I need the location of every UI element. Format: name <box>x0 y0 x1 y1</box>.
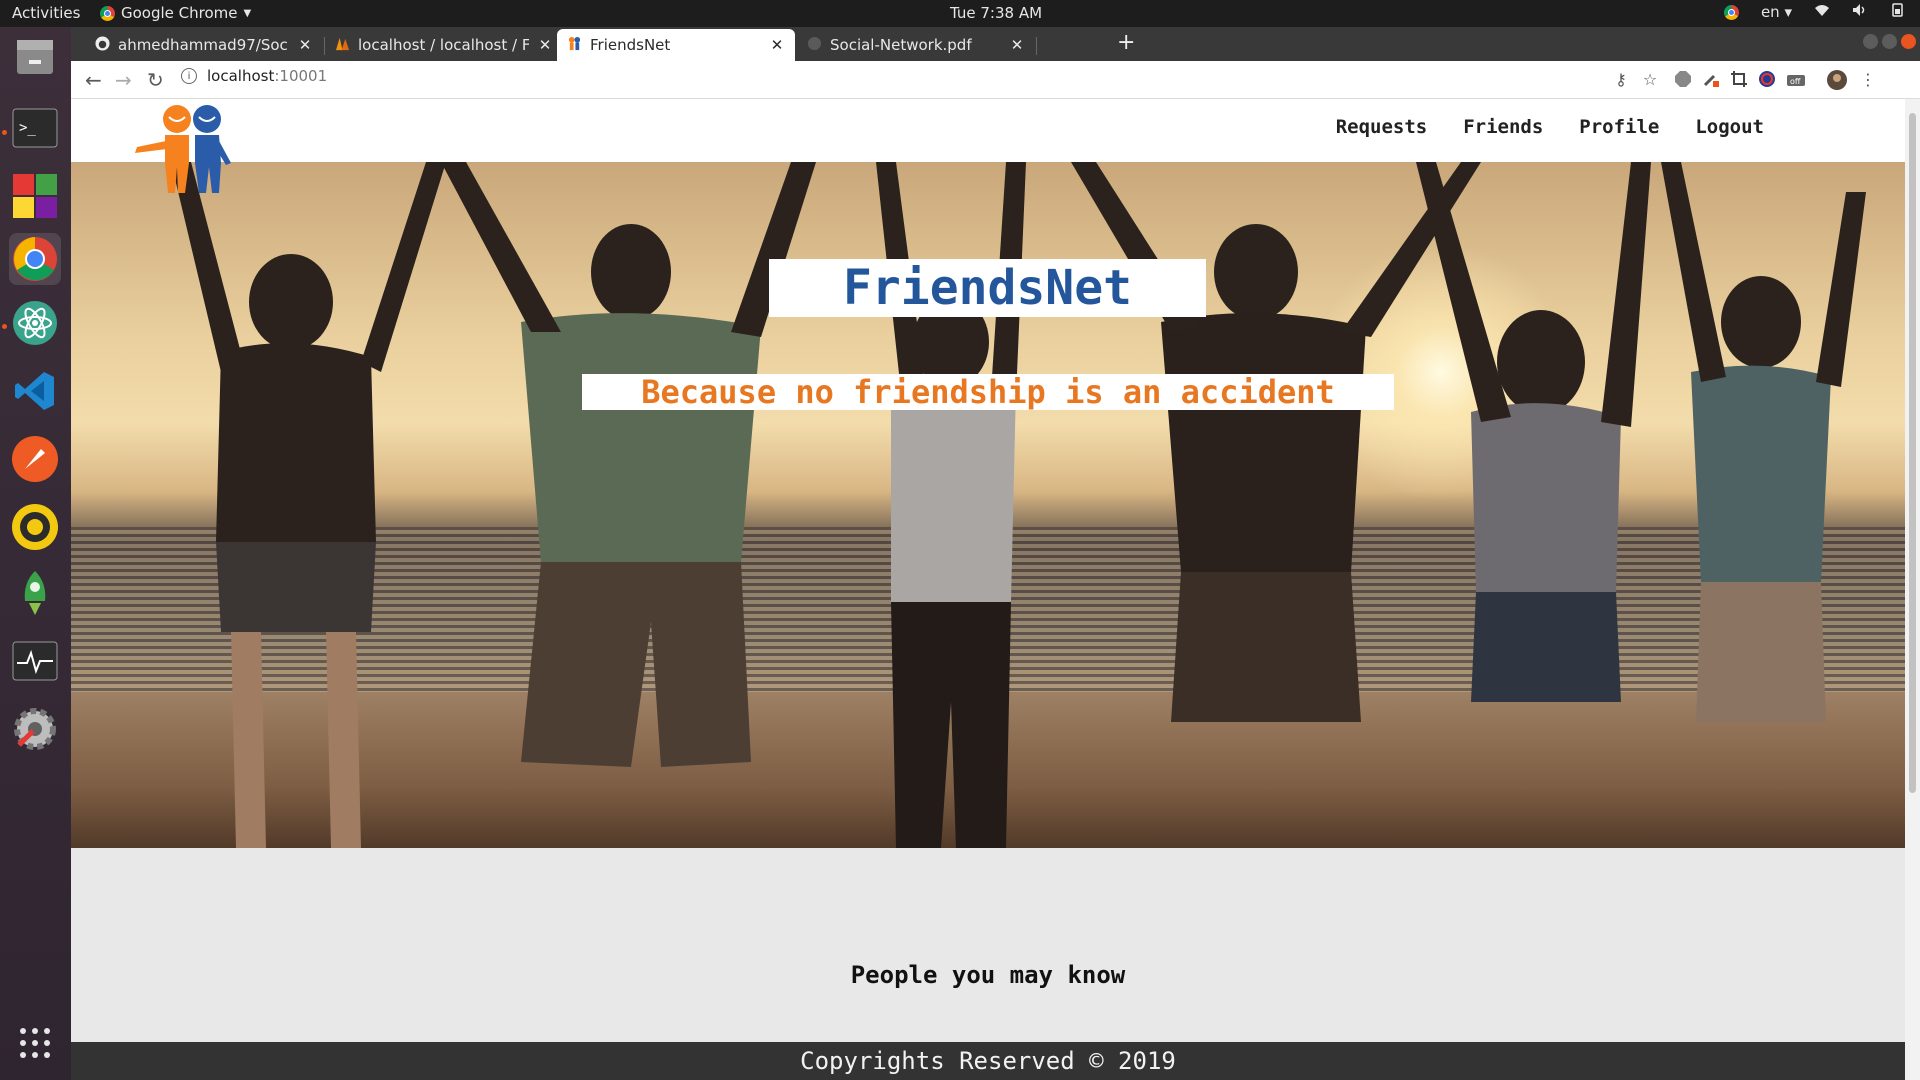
tab-pdf[interactable]: Social-Network.pdf ✕ <box>797 29 1035 61</box>
friendsnet-favicon <box>567 36 582 55</box>
adblock-icon[interactable] <box>1673 70 1693 90</box>
maximize-button[interactable] <box>1882 34 1897 49</box>
bookmark-star-icon[interactable]: ☆ <box>1640 70 1660 90</box>
github-icon <box>95 35 110 55</box>
page-scrollbar[interactable] <box>1905 99 1920 1080</box>
window-close-button[interactable] <box>1901 34 1916 49</box>
kebab-menu-icon[interactable]: ⋮ <box>1858 70 1878 90</box>
settings-cog-icon[interactable] <box>9 501 61 553</box>
people-you-may-know-heading: People you may know <box>850 961 1126 989</box>
address-bar[interactable]: i localhost:10001 <box>181 67 327 85</box>
system-monitor-icon[interactable] <box>9 635 61 687</box>
activities-button[interactable]: Activities <box>12 4 80 22</box>
hero-banner: FriendsNet Because no friendship is an a… <box>71 162 1905 848</box>
url-port: :10001 <box>274 67 328 85</box>
close-icon[interactable]: ✕ <box>297 36 313 54</box>
language-label: en <box>1760 3 1780 21</box>
eyedropper-extension-icon[interactable] <box>1701 70 1721 90</box>
svg-text:>_: >_ <box>19 120 36 136</box>
nav-logout-link[interactable]: Logout <box>1695 116 1764 138</box>
site-footer: Copyrights Reserved © 2019 <box>71 1042 1905 1080</box>
battery-icon[interactable] <box>1890 3 1906 21</box>
new-tab-button[interactable]: + <box>1117 30 1135 55</box>
key-icon[interactable]: ⚷ <box>1611 70 1631 90</box>
clock[interactable]: Tue 7:38 AM <box>950 4 1042 22</box>
toggle-off-extension-icon[interactable]: off <box>1786 70 1806 90</box>
nav-requests-link[interactable]: Requests <box>1336 116 1428 138</box>
tab-label: ahmedhammad97/Social <box>118 36 289 54</box>
app-grid-store-icon[interactable] <box>9 170 61 222</box>
blocker-extension-icon[interactable] <box>1757 70 1777 90</box>
atom-icon[interactable] <box>9 297 61 349</box>
chrome-icon <box>100 5 115 21</box>
scrollbar-thumb[interactable] <box>1909 113 1916 793</box>
url-host: localhost <box>207 67 275 85</box>
chrome-dock-icon[interactable] <box>9 233 61 285</box>
system-top-bar: Activities Google Chrome ▼ Tue 7:38 AM e… <box>0 0 1920 27</box>
tab-phpmyadmin[interactable]: localhost / localhost / Frie ✕ <box>325 29 563 61</box>
window-controls <box>1863 34 1916 49</box>
tools-icon[interactable] <box>9 703 61 755</box>
nav-profile-link[interactable]: Profile <box>1579 116 1659 138</box>
vscode-icon[interactable] <box>9 365 61 417</box>
globe-icon <box>807 36 822 55</box>
phpmyadmin-icon <box>335 36 350 55</box>
site-navbar: Requests Friends Profile Logout <box>71 99 1905 162</box>
show-applications-icon[interactable] <box>9 1017 61 1069</box>
browser-tab-strip: ahmedhammad97/Social ✕ localhost / local… <box>71 27 1920 61</box>
chevron-down-icon: ▼ <box>243 7 252 19</box>
web-page: FriendsNet Because no friendship is an a… <box>71 99 1905 1080</box>
screenshot-extension-icon[interactable] <box>1729 70 1749 90</box>
files-icon[interactable] <box>9 30 61 82</box>
site-tagline: Because no friendship is an accident <box>582 373 1394 411</box>
language-indicator[interactable]: en ▾ <box>1761 3 1792 21</box>
forward-arrow-icon[interactable]: → <box>115 68 132 92</box>
postman-icon[interactable] <box>9 433 61 485</box>
tab-friendsnet[interactable]: FriendsNet ✕ <box>557 29 795 61</box>
app-name: Google Chrome <box>121 4 238 22</box>
terminal-icon[interactable]: >_ <box>9 102 61 154</box>
close-icon[interactable]: ✕ <box>769 36 785 54</box>
profile-avatar[interactable] <box>1827 70 1847 90</box>
rocket-icon[interactable] <box>9 567 61 619</box>
reload-icon[interactable]: ↻ <box>147 68 164 92</box>
tab-label: Social-Network.pdf <box>830 36 972 54</box>
tab-label: FriendsNet <box>590 36 671 54</box>
app-menu[interactable]: Google Chrome ▼ <box>100 4 251 22</box>
system-tray[interactable]: en ▾ <box>1723 3 1906 21</box>
close-icon[interactable]: ✕ <box>1009 36 1025 54</box>
url-text: localhost:10001 <box>207 67 327 85</box>
back-arrow-icon[interactable]: ← <box>85 68 102 92</box>
friendsnet-logo[interactable] <box>133 103 233 195</box>
tab-label: localhost / localhost / Frie <box>358 36 529 54</box>
tab-github[interactable]: ahmedhammad97/Social ✕ <box>85 29 323 61</box>
close-icon[interactable]: ✕ <box>537 36 553 54</box>
info-icon[interactable]: i <box>181 68 197 84</box>
site-title: FriendsNet <box>769 259 1206 317</box>
chrome-tray-icon[interactable] <box>1723 4 1739 20</box>
wifi-icon[interactable] <box>1814 3 1830 21</box>
nav-friends-link[interactable]: Friends <box>1463 116 1543 138</box>
minimize-button[interactable] <box>1863 34 1878 49</box>
svg-text:off: off <box>1790 77 1801 86</box>
volume-icon[interactable] <box>1852 3 1868 21</box>
browser-toolbar: ← → ↻ i localhost:10001 ⚷ ☆ off ⋮ <box>71 61 1920 99</box>
launcher-dock: >_ <box>0 27 71 1080</box>
